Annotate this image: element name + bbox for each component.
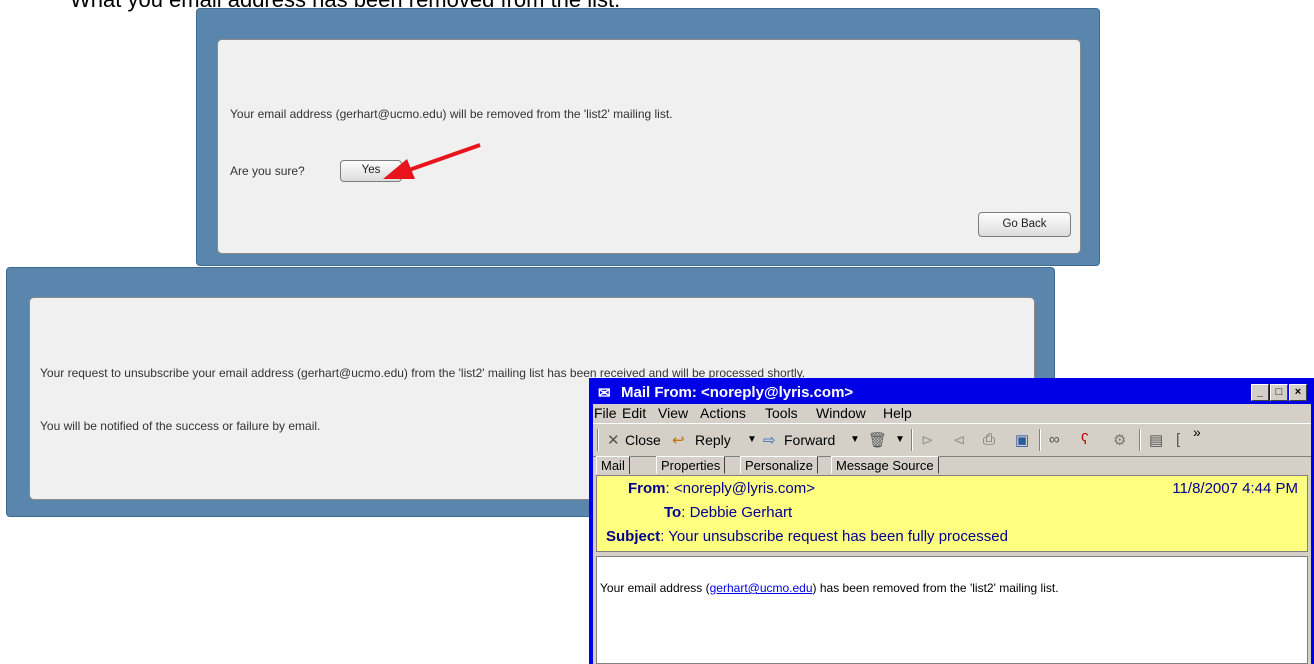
tab-message-source[interactable]: Message Source: [831, 456, 939, 474]
menu-actions[interactable]: Actions: [700, 405, 746, 421]
reply-icon: ↩: [672, 432, 685, 449]
print-icon[interactable]: ⎙: [983, 431, 995, 448]
subject-label: Subject: [606, 528, 661, 545]
close-button[interactable]: Close: [625, 432, 661, 448]
menu-file[interactable]: File: [594, 405, 617, 421]
go-back-button[interactable]: Go Back: [978, 212, 1071, 237]
body-text-prefix: Your email address (: [600, 581, 710, 595]
confirm-message: Your email address (gerhart@ucmo.edu) wi…: [230, 107, 673, 121]
toolbar-more-button[interactable]: »: [1193, 424, 1201, 440]
menu-window[interactable]: Window: [816, 405, 866, 421]
tab-properties[interactable]: Properties: [656, 456, 726, 474]
security-icon[interactable]: ʕ: [1081, 431, 1089, 448]
close-window-button[interactable]: ×: [1289, 384, 1307, 401]
to-label: To: [664, 504, 682, 521]
subject-value: Your unsubscribe request has been fully …: [668, 528, 1008, 545]
menu-view[interactable]: View: [658, 405, 688, 421]
toolbar-separator-2: [1039, 429, 1041, 451]
reply-button[interactable]: Reply: [695, 432, 731, 448]
next-icon[interactable]: ⊲: [953, 431, 966, 449]
email-link[interactable]: gerhart@ucmo.edu: [710, 581, 813, 595]
confirm-dialog-body: Your email address (gerhart@ucmo.edu) wi…: [217, 39, 1081, 254]
save-icon[interactable]: ▣: [1015, 431, 1029, 449]
flag-icon[interactable]: ⚙: [1113, 431, 1126, 449]
mail-window: ✉ Mail From: <noreply@lyris.com> _ □ × F…: [589, 378, 1314, 664]
glasses-icon[interactable]: ∞: [1049, 431, 1060, 448]
mail-window-title: Mail From: <noreply@lyris.com>: [621, 384, 854, 401]
annotation-arrow: [383, 143, 481, 179]
delete-dropdown-icon[interactable]: ▼: [895, 434, 905, 445]
menu-bar: File Edit View Actions Tools Window Help: [593, 404, 1311, 423]
menu-edit[interactable]: Edit: [622, 405, 646, 421]
message-date: 11/8/2007 4:44 PM: [1172, 480, 1298, 497]
forward-icon: ⇨: [763, 432, 776, 449]
view-icon[interactable]: ▤: [1149, 431, 1163, 449]
forward-dropdown-icon[interactable]: ▼: [850, 434, 860, 445]
overflow-edge-icon: [: [1176, 431, 1181, 448]
maximize-button[interactable]: □: [1270, 384, 1288, 401]
confirm-question: Are you sure?: [230, 164, 305, 178]
toolbar-separator-1: [911, 429, 913, 451]
menu-help[interactable]: Help: [883, 405, 912, 421]
confirm-dialog: Your email address (gerhart@ucmo.edu) wi…: [196, 8, 1100, 266]
toolbar-grip: [597, 429, 599, 451]
minimize-button[interactable]: _: [1251, 384, 1269, 401]
notify-message: You will be notified of the success or f…: [40, 419, 321, 433]
previous-icon[interactable]: ⊳: [921, 431, 934, 449]
mail-title-bar[interactable]: ✉ Mail From: <noreply@lyris.com> _ □ ×: [593, 382, 1311, 404]
mail-toolbar: ✕ Close ↩ Reply ▼ ⇨ Forward ▼ 🗑 ▼ ⊳ ⊲ ⎙ …: [593, 423, 1311, 457]
from-label: From: [628, 480, 666, 497]
body-text-suffix: ) has been removed from the 'list2' mail…: [812, 581, 1059, 595]
to-value: Debbie Gerhart: [689, 504, 793, 521]
close-icon: ✕: [607, 432, 620, 449]
mail-app-icon: ✉: [598, 385, 611, 402]
message-body: Your email address (gerhart@ucmo.edu) ha…: [596, 556, 1308, 664]
menu-tools[interactable]: Tools: [765, 405, 798, 421]
reply-dropdown-icon[interactable]: ▼: [747, 434, 757, 445]
tab-personalize[interactable]: Personalize: [740, 456, 818, 474]
tab-mail[interactable]: Mail: [596, 456, 630, 474]
mail-window-frame: ✉ Mail From: <noreply@lyris.com> _ □ × F…: [593, 382, 1311, 664]
from-value: <noreply@lyris.com>: [673, 480, 815, 497]
mail-tabs: Mail Properties Personalize Message Sour…: [593, 455, 1311, 475]
forward-button[interactable]: Forward: [784, 432, 835, 448]
toolbar-separator-3: [1139, 429, 1141, 451]
message-header: From: <noreply@lyris.com> 11/8/2007 4:44…: [596, 475, 1308, 552]
delete-icon[interactable]: 🗑: [868, 431, 887, 449]
